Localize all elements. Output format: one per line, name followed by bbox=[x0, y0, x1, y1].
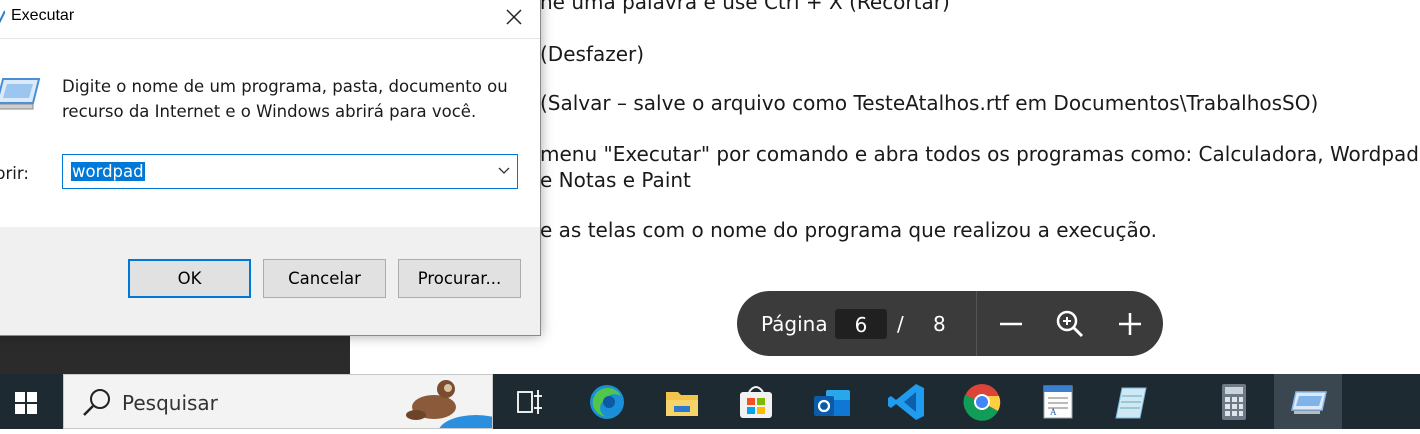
task-view-button[interactable] bbox=[508, 380, 552, 424]
taskbar-app-wordpad[interactable]: A bbox=[1036, 380, 1080, 424]
total-pages: 8 bbox=[933, 312, 946, 336]
start-button[interactable] bbox=[0, 374, 55, 429]
zoom-out-button[interactable] bbox=[994, 307, 1028, 341]
page-label: Página bbox=[761, 312, 828, 336]
doc-line: (Desfazer) bbox=[540, 42, 645, 66]
open-input-value[interactable]: wordpad bbox=[71, 162, 145, 181]
doc-line: (Salvar – salve o arquivo como TesteAtal… bbox=[540, 91, 1319, 115]
otter-search-highlight-icon bbox=[406, 380, 492, 428]
taskbar-app-chrome[interactable] bbox=[960, 380, 1004, 424]
task-view-icon bbox=[517, 390, 542, 414]
taskbar-app-microsoft-store[interactable] bbox=[734, 380, 778, 424]
run-icon bbox=[1291, 391, 1327, 414]
store-icon bbox=[740, 386, 772, 418]
doc-line: e as telas com o nome do programa que re… bbox=[540, 218, 1157, 242]
taskbar: Pesquisar A bbox=[0, 374, 1420, 429]
dialog-description: Digite o nome de um programa, pasta, doc… bbox=[62, 77, 508, 121]
windows-logo-icon bbox=[15, 392, 37, 414]
taskbar-app-edge[interactable] bbox=[585, 380, 629, 424]
dialog-title: Executar bbox=[11, 7, 75, 24]
zoom-reset-button[interactable] bbox=[1053, 307, 1087, 341]
cancel-button[interactable]: Cancelar bbox=[263, 259, 386, 298]
folder-icon bbox=[666, 392, 698, 416]
zoom-in-magnifier-icon bbox=[1056, 310, 1084, 338]
page-number-input[interactable]: 6 bbox=[835, 309, 887, 339]
run-dialog: Executar Digite o nome de um programa, p… bbox=[0, 0, 541, 336]
run-app-icon bbox=[0, 10, 5, 24]
search-icon bbox=[83, 389, 110, 416]
taskbar-app-run[interactable] bbox=[1274, 374, 1342, 429]
close-icon bbox=[506, 9, 522, 25]
current-page: 6 bbox=[854, 313, 868, 337]
plus-icon bbox=[1119, 313, 1141, 335]
ok-button[interactable]: OK bbox=[128, 259, 251, 298]
title-divider bbox=[0, 38, 540, 39]
open-label: brir: bbox=[0, 164, 29, 183]
outlook-icon bbox=[814, 390, 850, 416]
minus-icon bbox=[1000, 322, 1022, 326]
taskbar-app-calculator[interactable] bbox=[1212, 380, 1256, 424]
notepad-icon bbox=[1115, 387, 1147, 419]
browse-button[interactable]: Procurar... bbox=[398, 259, 521, 298]
calculator-icon bbox=[1222, 384, 1246, 420]
doc-line: ne uma palavra e use Ctrl + X (Recortar) bbox=[540, 0, 950, 14]
open-combobox[interactable]: wordpad bbox=[62, 154, 518, 189]
close-button[interactable] bbox=[500, 5, 528, 29]
doc-line: e Notas e Paint bbox=[540, 168, 691, 192]
page-separator: / bbox=[897, 312, 904, 336]
edge-icon bbox=[590, 385, 624, 419]
search-placeholder: Pesquisar bbox=[122, 391, 218, 415]
taskbar-app-notepad[interactable] bbox=[1110, 380, 1154, 424]
taskbar-search-box[interactable]: Pesquisar bbox=[63, 374, 493, 429]
run-program-icon bbox=[0, 78, 41, 110]
svg-text:A: A bbox=[1050, 407, 1057, 417]
taskbar-app-file-explorer[interactable] bbox=[660, 380, 704, 424]
vscode-icon bbox=[888, 384, 924, 420]
chevron-down-icon[interactable] bbox=[497, 164, 511, 178]
doc-line: menu "Executar" por comando e abra todos… bbox=[540, 142, 1419, 166]
taskbar-app-outlook[interactable] bbox=[810, 380, 854, 424]
taskbar-app-vscode[interactable] bbox=[886, 380, 930, 424]
wordpad-icon: A bbox=[1043, 385, 1073, 419]
chrome-icon bbox=[963, 384, 1001, 421]
zoom-in-button[interactable] bbox=[1113, 307, 1147, 341]
toolbar-divider bbox=[976, 291, 977, 356]
pdf-page-toolbar: Página 6 / 8 bbox=[737, 291, 1163, 356]
